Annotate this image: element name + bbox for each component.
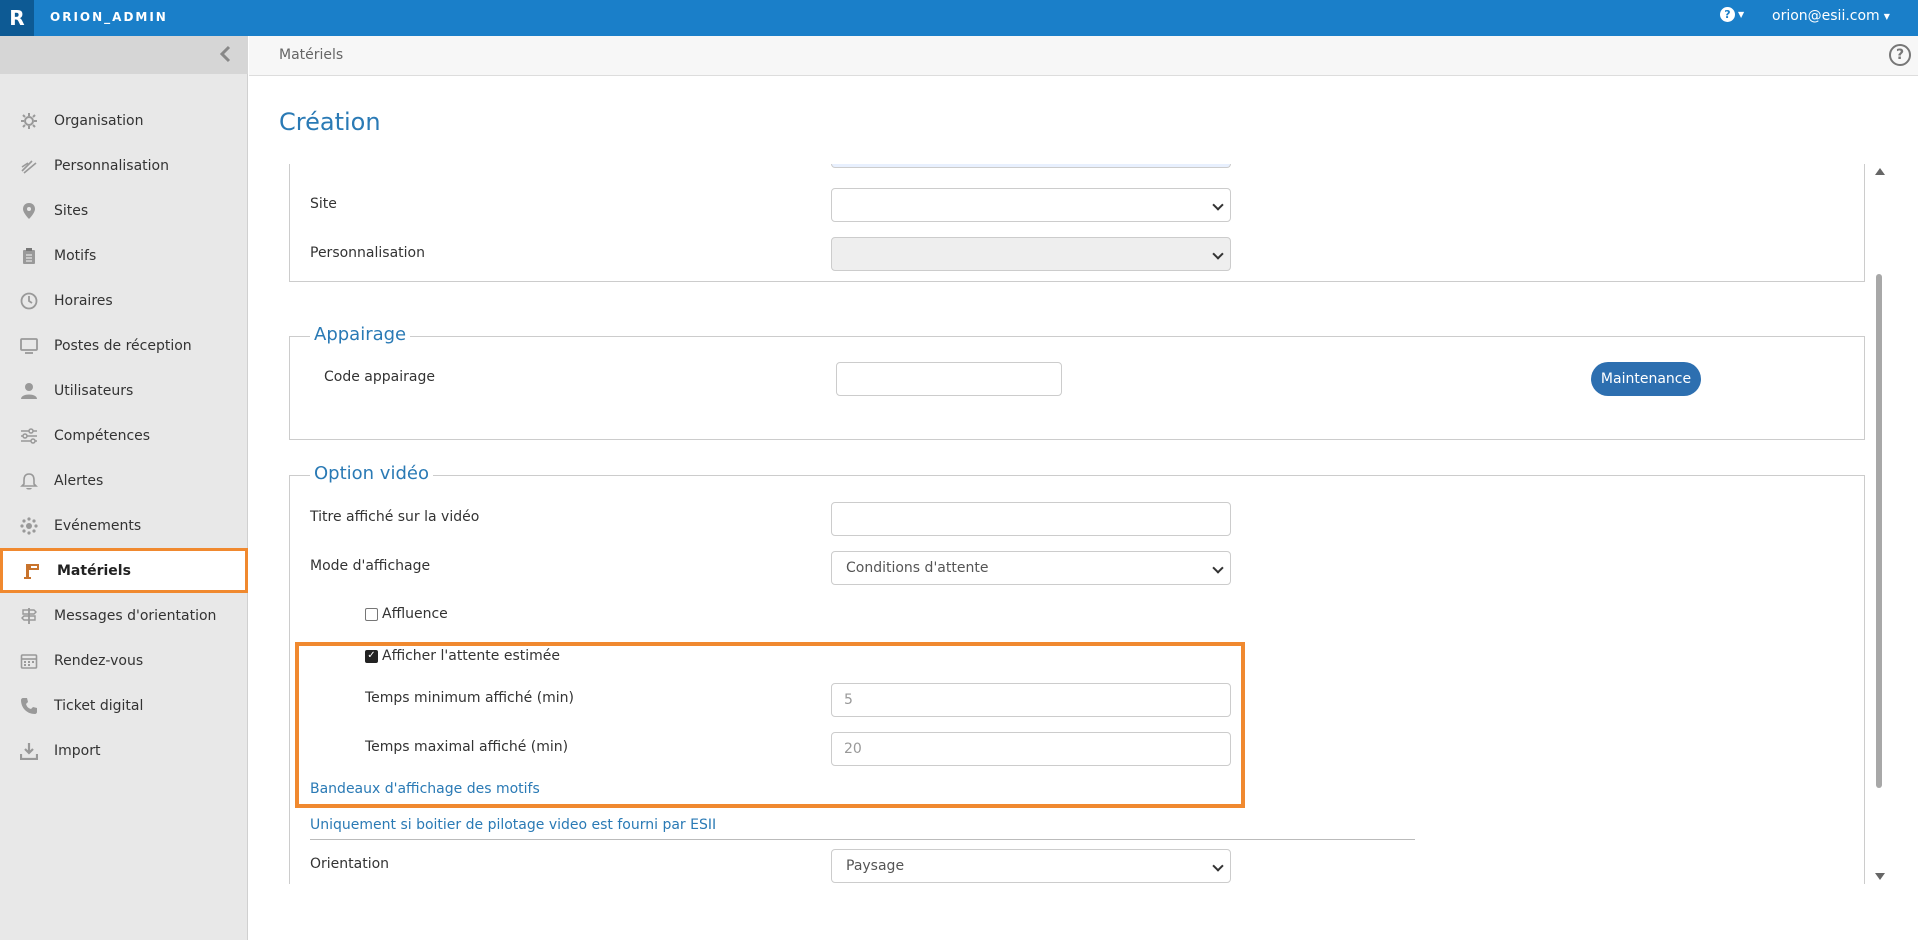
sidebar-item-label: Evénements [54,517,142,534]
appairage-legend: Appairage [310,324,411,345]
video-legend: Option vidéo [310,463,433,484]
sidebar-item-label: Import [54,742,101,759]
sidebar-item-import[interactable]: Import [0,728,248,773]
partial-input[interactable] [831,164,1231,168]
phone-icon [20,697,38,715]
kiosk-icon [23,562,41,580]
sidebar-item-rendez-vous[interactable]: Rendez-vous [0,638,248,683]
orientation-label: Orientation [310,856,390,872]
form-scroll-area[interactable]: Site Personnalisation Appairage Code app… [279,164,1889,884]
gear-icon [20,112,38,130]
question-icon: ? [1720,7,1735,22]
site-label: Site [310,196,337,212]
sidebar-item-ticket-digital[interactable]: Ticket digital [0,683,248,728]
sidebar-item-horaires[interactable]: Horaires [0,278,248,323]
sidebar-item-label: Organisation [54,112,144,129]
personnalisation-label: Personnalisation [310,245,425,261]
code-appairage-input[interactable] [836,362,1062,396]
sidebar: Organisation Personnalisation Sites Motifs H… [0,36,248,940]
sidebar-item-label: Horaires [54,292,113,309]
mode-affichage-label: Mode d'affichage [310,558,431,574]
sidebar-item-utilisateurs[interactable]: Utilisateurs [0,368,248,413]
sidebar-nav: Organisation Personnalisation Sites Motifs H… [0,98,248,773]
sidebar-item-label: Rendez-vous [54,652,144,669]
sidebar-item-messages-d-orientation[interactable]: Messages d'orientation [0,593,248,638]
pilotage-link[interactable]: Uniquement si boitier de pilotage video … [310,817,716,833]
brush-icon [20,157,38,175]
signpost-icon [20,607,38,625]
sidebar-item-label: Postes de réception [54,337,192,354]
calendar-icon [20,652,38,670]
affluence-checkbox-box[interactable] [365,607,378,621]
app-logo[interactable]: R [0,0,34,36]
chevron-down-icon [1212,860,1224,872]
chevron-left-icon[interactable] [216,44,236,64]
sidebar-item-label: Sites [54,202,89,219]
sidebar-item-label: Alertes [54,472,104,489]
sidebar-item-label: Utilisateurs [54,382,134,399]
top-bar: R ORION_ADMIN ? ▼ orion@esii.com ▼ [0,0,1918,36]
caret-down-icon: ▼ [1883,11,1890,21]
sidebar-collapse-bar [0,36,248,74]
caret-down-icon: ▼ [1738,10,1745,19]
titre-video-label: Titre affiché sur la vidéo [310,509,480,525]
sidebar-item-alertes[interactable]: Alertes [0,458,248,503]
code-appairage-label: Code appairage [324,369,435,385]
sidebar-item-competences[interactable]: Compétences [0,413,248,458]
scroll-thumb[interactable] [1876,274,1882,788]
monitor-icon [20,337,38,355]
mode-affichage-select[interactable]: Conditions d'attente [831,551,1231,585]
sliders-icon [20,427,38,445]
orientation-select[interactable]: Paysage [831,849,1231,883]
sidebar-item-label: Compétences [54,427,151,444]
user-menu[interactable]: orion@esii.com ▼ [1772,8,1890,24]
breadcrumb-bar: Matériels ? [249,36,1918,76]
sidebar-item-label: Ticket digital [54,697,144,714]
clock-icon [20,292,38,310]
affluence-label: Affluence [382,606,448,622]
help-menu[interactable]: ? ▼ [1720,7,1744,22]
sidebar-item-motifs[interactable]: Motifs [0,233,248,278]
chevron-down-icon [1212,562,1224,574]
sidebar-item-sites[interactable]: Sites [0,188,248,233]
scrollbar[interactable] [1872,164,1886,884]
bell-icon [20,472,38,490]
clipboard-icon [20,247,38,265]
orientation-value: Paysage [846,858,905,874]
sidebar-item-evenements[interactable]: Evénements [0,503,248,548]
highlight-box [295,642,1245,808]
personnalisation-select[interactable] [831,237,1231,271]
sidebar-item-label: Matériels [57,562,131,579]
map-pin-icon [20,202,38,220]
chevron-down-icon [1212,248,1224,260]
pilotage-divider [310,839,1415,840]
sidebar-item-organisation[interactable]: Organisation [0,98,248,143]
titre-video-input[interactable] [831,502,1231,536]
chevron-down-icon [1212,199,1224,211]
sidebar-item-personnalisation[interactable]: Personnalisation [0,143,248,188]
breadcrumb[interactable]: Matériels [279,47,343,63]
user-icon [20,382,38,400]
user-email: orion@esii.com [1772,8,1880,24]
sidebar-item-materiels[interactable]: Matériels [0,548,248,593]
sidebar-item-postes-de-reception[interactable]: Postes de réception [0,323,248,368]
mode-affichage-value: Conditions d'attente [846,560,989,576]
cog-burst-icon [20,516,38,535]
sidebar-item-label: Personnalisation [54,157,169,174]
sidebar-item-label: Motifs [54,247,97,264]
maintenance-button[interactable]: Maintenance [1591,362,1701,396]
sidebar-item-label: Messages d'orientation [54,607,217,624]
page-title: Création [279,108,381,136]
site-select[interactable] [831,188,1231,222]
affluence-checkbox[interactable]: Affluence [365,606,448,622]
app-title[interactable]: ORION_ADMIN [50,10,168,24]
logo-letter: R [9,6,25,30]
download-icon [20,742,38,760]
scroll-down-arrow[interactable] [1875,873,1885,880]
help-icon[interactable]: ? [1889,44,1911,66]
scroll-up-arrow[interactable] [1875,168,1885,175]
